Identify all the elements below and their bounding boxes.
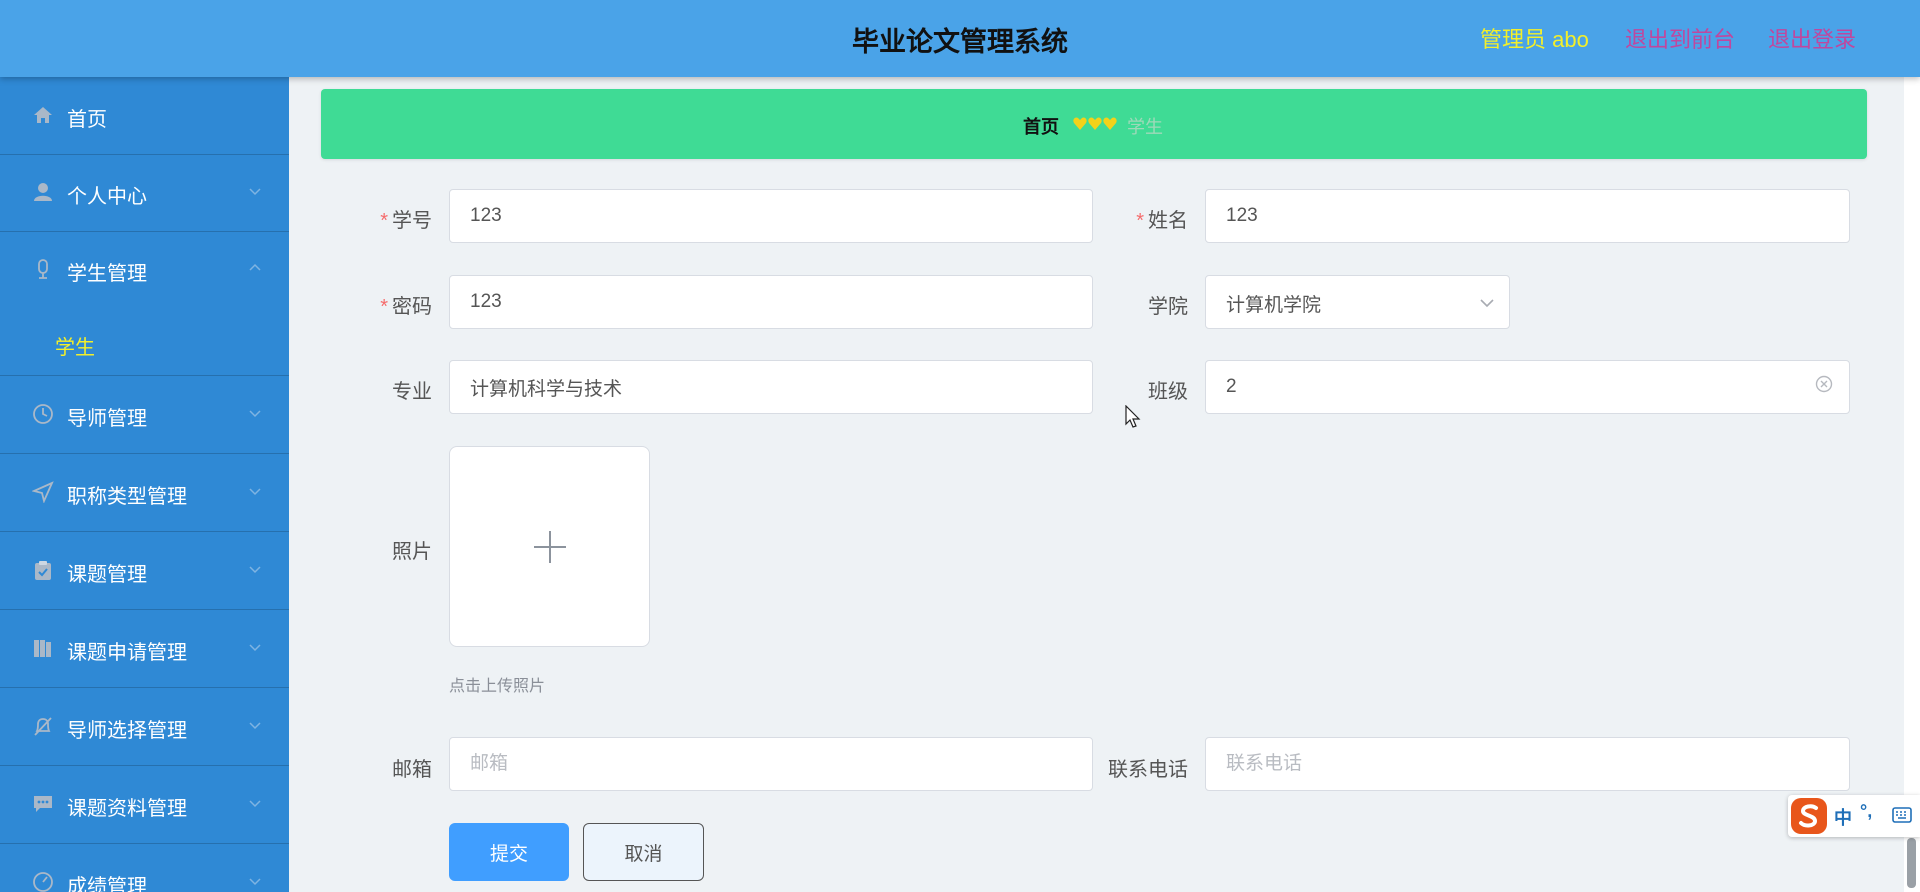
sidebar-subitem-label: 学生 (55, 337, 95, 359)
sidebar-item-label: 首页 (67, 109, 107, 131)
ime-punctuation[interactable]: °, (1860, 801, 1872, 822)
gauge-icon (33, 872, 53, 892)
sidebar-item-label: 课题资料管理 (67, 798, 187, 820)
exit-to-front-link[interactable]: 退出到前台 (1625, 22, 1735, 54)
mouse-cursor-icon (1125, 405, 1141, 428)
cancel-button[interactable]: 取消 (583, 823, 704, 881)
name-label: * 姓名 (1136, 210, 1188, 232)
scrollbar-thumb[interactable] (1907, 838, 1916, 888)
sidebar-item-label: 导师管理 (67, 408, 147, 430)
college-select[interactable]: 计算机学院 (1205, 275, 1510, 329)
email-input[interactable] (449, 737, 1093, 791)
sidebar-item-topic-material-management[interactable]: 课题资料管理 (0, 766, 289, 844)
sidebar-item-tutor-selection-management[interactable]: 导师选择管理 (0, 688, 289, 766)
chevron-down-icon (249, 410, 261, 418)
phone-input[interactable] (1205, 737, 1850, 791)
top-header: 毕业论文管理系统 管理员 abo 退出到前台 退出登录 (0, 0, 1920, 77)
required-mark: * (1136, 210, 1144, 232)
sidebar-item-tutor-management[interactable]: 导师管理 (0, 376, 289, 454)
hearts-separator-icon (1073, 117, 1117, 130)
ime-toolbar[interactable]: 中 °, (1788, 795, 1920, 837)
sidebar: 首页 个人中心 学生管理 学生 导师管理 职称类型管理 课题管理 课题申请管理 (0, 77, 289, 892)
sidebar-item-label: 学生管理 (67, 263, 147, 285)
photo-label: 照片 (392, 541, 432, 563)
chevron-down-icon (1480, 299, 1494, 308)
chevron-down-icon (249, 800, 261, 808)
photo-upload-box[interactable] (449, 446, 650, 647)
chevron-down-icon (249, 188, 261, 196)
sidebar-item-label: 课题申请管理 (67, 642, 187, 664)
sidebar-item-label: 课题管理 (67, 564, 147, 586)
current-user-label: 管理员 abo (1480, 27, 1589, 52)
clear-icon[interactable] (1815, 375, 1833, 393)
password-label: * 密码 (380, 296, 432, 318)
major-input[interactable] (449, 360, 1093, 414)
plus-icon (534, 531, 566, 563)
required-mark: * (380, 296, 388, 318)
chevron-down-icon (249, 488, 261, 496)
sidebar-item-label: 个人中心 (67, 186, 147, 208)
email-label: 邮箱 (392, 759, 432, 781)
sidebar-item-topic-application-management[interactable]: 课题申请管理 (0, 610, 289, 688)
sidebar-item-label: 职称类型管理 (67, 486, 187, 508)
clock-icon (33, 404, 53, 424)
page-scrollbar[interactable] (1904, 77, 1920, 892)
breadcrumb: 首页 学生 (321, 89, 1867, 159)
college-select-value: 计算机学院 (1226, 295, 1322, 316)
books-icon (34, 640, 51, 657)
required-mark: * (380, 210, 388, 232)
breadcrumb-home[interactable]: 首页 (1023, 113, 1059, 139)
major-label: 专业 (392, 381, 432, 403)
sidebar-subitem-student[interactable]: 学生 (0, 309, 289, 376)
home-icon (34, 107, 52, 123)
clipboard-icon (35, 561, 51, 580)
sidebar-item-score-management[interactable]: 成绩管理 (0, 844, 289, 892)
phone-label: 联系电话 (1108, 759, 1188, 781)
sogou-logo-icon (1791, 798, 1827, 834)
chevron-down-icon (249, 566, 261, 574)
send-icon (32, 481, 54, 503)
student-id-input[interactable] (449, 189, 1093, 243)
student-icon (38, 259, 48, 279)
breadcrumb-current: 学生 (1127, 117, 1163, 137)
sidebar-item-label: 导师选择管理 (67, 720, 187, 742)
sidebar-item-home[interactable]: 首页 (0, 77, 289, 155)
sidebar-item-student-management[interactable]: 学生管理 (0, 231, 289, 309)
ime-mode[interactable]: 中 (1834, 804, 1852, 830)
upload-tip: 点击上传照片 (449, 678, 546, 695)
chevron-down-icon (249, 878, 261, 886)
submit-button[interactable]: 提交 (449, 823, 569, 881)
user-icon (34, 183, 52, 201)
chat-icon (34, 796, 52, 812)
sidebar-item-title-type-management[interactable]: 职称类型管理 (0, 454, 289, 532)
class-input[interactable] (1205, 360, 1850, 414)
password-input[interactable] (449, 275, 1093, 329)
class-label: 班级 (1148, 381, 1188, 403)
chevron-up-icon (249, 263, 261, 271)
student-id-label: * 学号 (380, 210, 432, 232)
sidebar-item-topic-management[interactable]: 课题管理 (0, 532, 289, 610)
sidebar-item-profile[interactable]: 个人中心 (0, 154, 289, 232)
college-label: 学院 (1148, 296, 1188, 318)
logout-link[interactable]: 退出登录 (1768, 22, 1856, 54)
keyboard-icon[interactable] (1892, 807, 1912, 823)
sidebar-item-label: 成绩管理 (67, 876, 147, 892)
chevron-down-icon (249, 722, 261, 730)
chevron-down-icon (249, 644, 261, 652)
bell-off-icon (34, 717, 52, 736)
name-input[interactable] (1205, 189, 1850, 243)
